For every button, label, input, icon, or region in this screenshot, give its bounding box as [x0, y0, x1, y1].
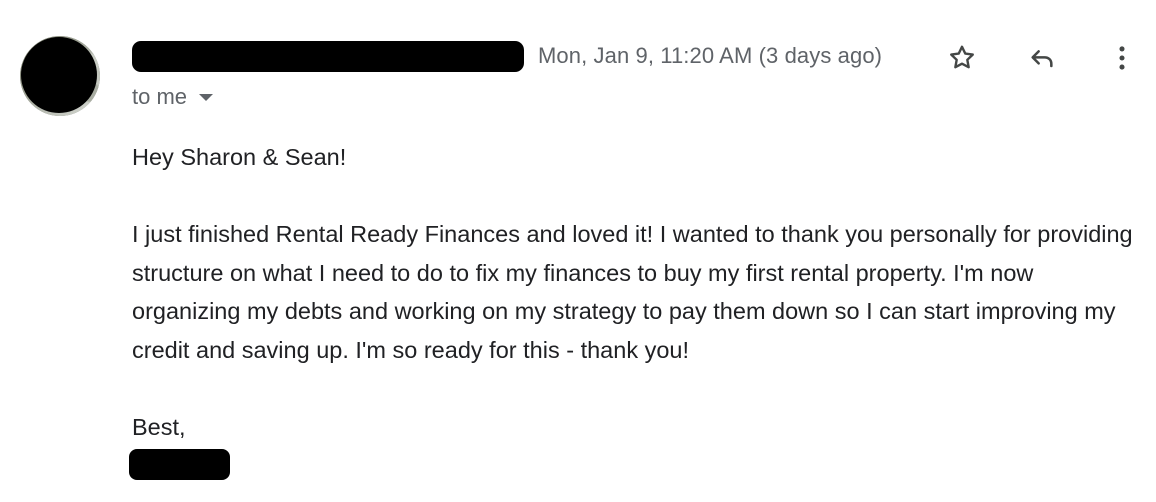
caret-down-icon — [199, 93, 214, 101]
signature-name-redacted — [129, 449, 230, 480]
more-options-button[interactable] — [1102, 38, 1142, 78]
sender-name-redacted — [132, 41, 524, 72]
email-signoff: Best, — [132, 413, 186, 440]
avatar-redaction — [21, 37, 97, 113]
recipient-details-toggle[interactable]: to me — [132, 84, 214, 110]
email-date: Mon, Jan 9, 11:20 AM (3 days ago) — [538, 43, 883, 68]
reply-icon — [1031, 50, 1053, 68]
recipient-label: to me — [132, 84, 188, 109]
email-body: Hey Sharon & Sean! I just finished Renta… — [132, 138, 1142, 446]
email-greeting: Hey Sharon & Sean! — [132, 144, 347, 170]
sender-avatar[interactable] — [20, 36, 100, 116]
star-button[interactable] — [942, 38, 982, 78]
more-vert-icon — [1119, 46, 1125, 70]
star-icon — [950, 45, 974, 69]
email-paragraph: I just finished Rental Ready Finances an… — [132, 221, 1133, 363]
reply-button[interactable] — [1022, 38, 1062, 78]
